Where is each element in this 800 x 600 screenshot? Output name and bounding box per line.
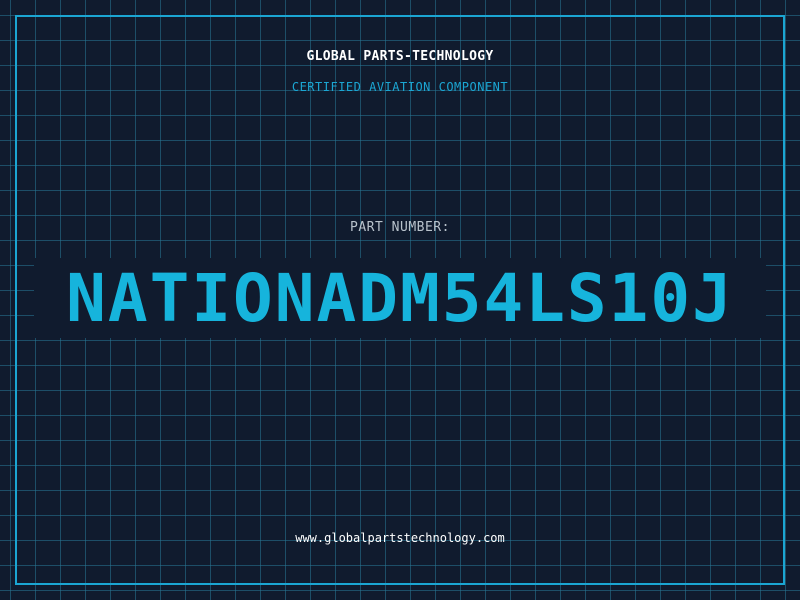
part-number-label: PART NUMBER: [350,220,450,235]
website-url: www.globalpartstechnology.com [295,531,505,545]
part-number-value: NATIONADM54LS10J [66,260,734,337]
certification-subtitle: CERTIFIED AVIATION COMPONENT [291,80,509,94]
company-name: GLOBAL PARTS-TECHNOLOGY [306,49,494,64]
part-card: GLOBAL PARTS-TECHNOLOGY CERTIFIED AVIATI… [0,0,800,600]
